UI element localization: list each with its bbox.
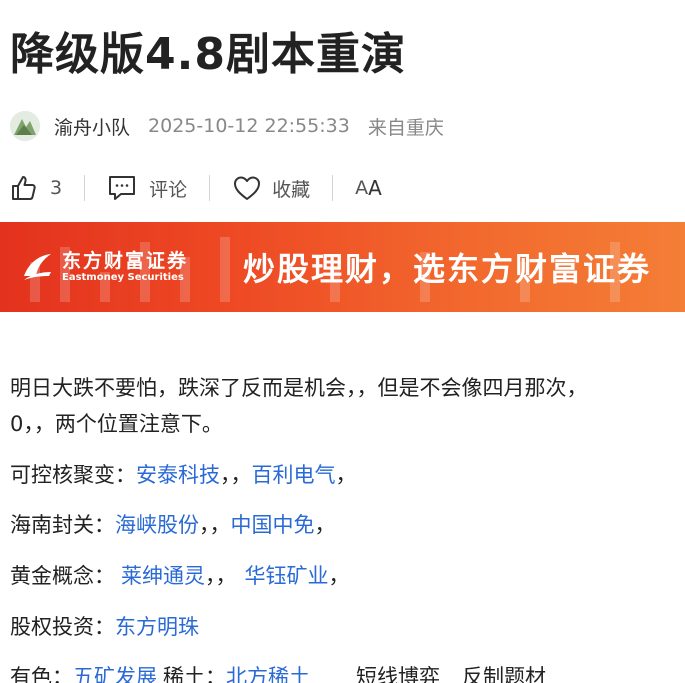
separator-text: ，， xyxy=(220,463,252,487)
topic-row-equity: 股权投资：东方明珠 xyxy=(10,611,199,643)
banner-slogan: 炒股理财，选东方财富证券 xyxy=(243,250,652,288)
paragraph-line: 0，，两个位置注意下。 xyxy=(10,412,223,436)
stock-link[interactable]: 莱绅通灵 xyxy=(121,564,205,588)
topic-label: 股权投资： xyxy=(10,615,115,639)
topic-label: 有色： xyxy=(10,665,73,683)
comment-button[interactable]: 评论 xyxy=(107,174,187,202)
stock-link[interactable]: 五矿发展 xyxy=(73,665,157,683)
heart-icon xyxy=(234,176,261,200)
stock-link[interactable]: 北方稀土 xyxy=(226,665,310,683)
topic-row-hainan: 海南封关：海峡股份，，中国中免， xyxy=(10,509,336,541)
stock-link[interactable]: 安泰科技 xyxy=(136,463,220,487)
action-bar: 3 评论 收藏 AA xyxy=(10,168,382,208)
favorite-label: 收藏 xyxy=(272,178,311,201)
author-name[interactable]: 渝舟小队 xyxy=(54,113,130,140)
brand-name-cn: 东方财富证券 xyxy=(62,250,189,272)
favorite-button[interactable]: 收藏 xyxy=(232,174,310,202)
topic-text: 短线博弈 xyxy=(356,665,440,683)
ad-banner[interactable]: 东方财富证券 Eastmoney Securities 炒股理财，选东方财富证券 xyxy=(0,222,685,312)
post-location: 来自重庆 xyxy=(367,116,444,139)
like-button[interactable]: 3 xyxy=(10,174,62,202)
topic-row-metals: 有色：五矿发展 稀土：北方稀土 短线博弈 反制题材 xyxy=(10,661,546,683)
paragraph-intro: 明日大跌不要怕，跌深了反而是机会，，但是不会像四月那次， 0，，两个位置注意下。 xyxy=(10,370,588,442)
author-avatar[interactable] xyxy=(10,111,40,141)
separator-text: ， xyxy=(335,463,357,487)
font-size-small: A xyxy=(368,176,382,200)
topic-label: 黄金概念： xyxy=(10,564,115,588)
stock-link[interactable]: 东方明珠 xyxy=(115,615,199,639)
publish-time: 2025-10-12 22:55:33 xyxy=(148,115,350,137)
topic-text: 反制题材 xyxy=(462,665,546,683)
like-count: 3 xyxy=(50,177,63,199)
separator-text: ，， xyxy=(199,513,231,537)
divider xyxy=(209,175,211,201)
topic-label: 稀土： xyxy=(163,665,226,683)
divider xyxy=(332,175,334,201)
topic-row-gold: 黄金概念： 莱绅通灵，， 华钰矿业， xyxy=(10,560,350,592)
comment-icon xyxy=(109,176,136,200)
stock-link[interactable]: 中国中免 xyxy=(231,513,315,537)
font-size-large: A xyxy=(355,177,369,199)
brand-name-en: Eastmoney Securities xyxy=(62,272,184,283)
separator-text: ，， xyxy=(205,564,237,588)
topic-label: 海南封关： xyxy=(10,513,115,537)
eastmoney-logo: 东方财富证券 Eastmoney Securities xyxy=(20,250,188,284)
thumbs-up-icon xyxy=(12,176,36,200)
eastmoney-logo-icon xyxy=(24,254,51,280)
stock-link[interactable]: 华钰矿业 xyxy=(245,564,329,588)
author-meta: 渝舟小队 2025-10-12 22:55:33 来自重庆 xyxy=(10,108,444,144)
topic-row-fusion: 可控核聚变：安泰科技，，百利电气， xyxy=(10,459,357,491)
font-size-button[interactable]: AA xyxy=(355,176,382,200)
paragraph-line: 明日大跌不要怕，跌深了反而是机会，，但是不会像四月那次， xyxy=(10,376,588,400)
comment-label: 评论 xyxy=(149,178,188,201)
separator-text: ， xyxy=(314,513,336,537)
divider xyxy=(84,175,86,201)
article-title: 降级版4.8剧本重演 xyxy=(10,29,406,80)
stock-link[interactable]: 百利电气 xyxy=(252,463,336,487)
separator-text: ， xyxy=(328,564,350,588)
topic-label: 可控核聚变： xyxy=(10,463,136,487)
stock-link[interactable]: 海峡股份 xyxy=(115,513,199,537)
